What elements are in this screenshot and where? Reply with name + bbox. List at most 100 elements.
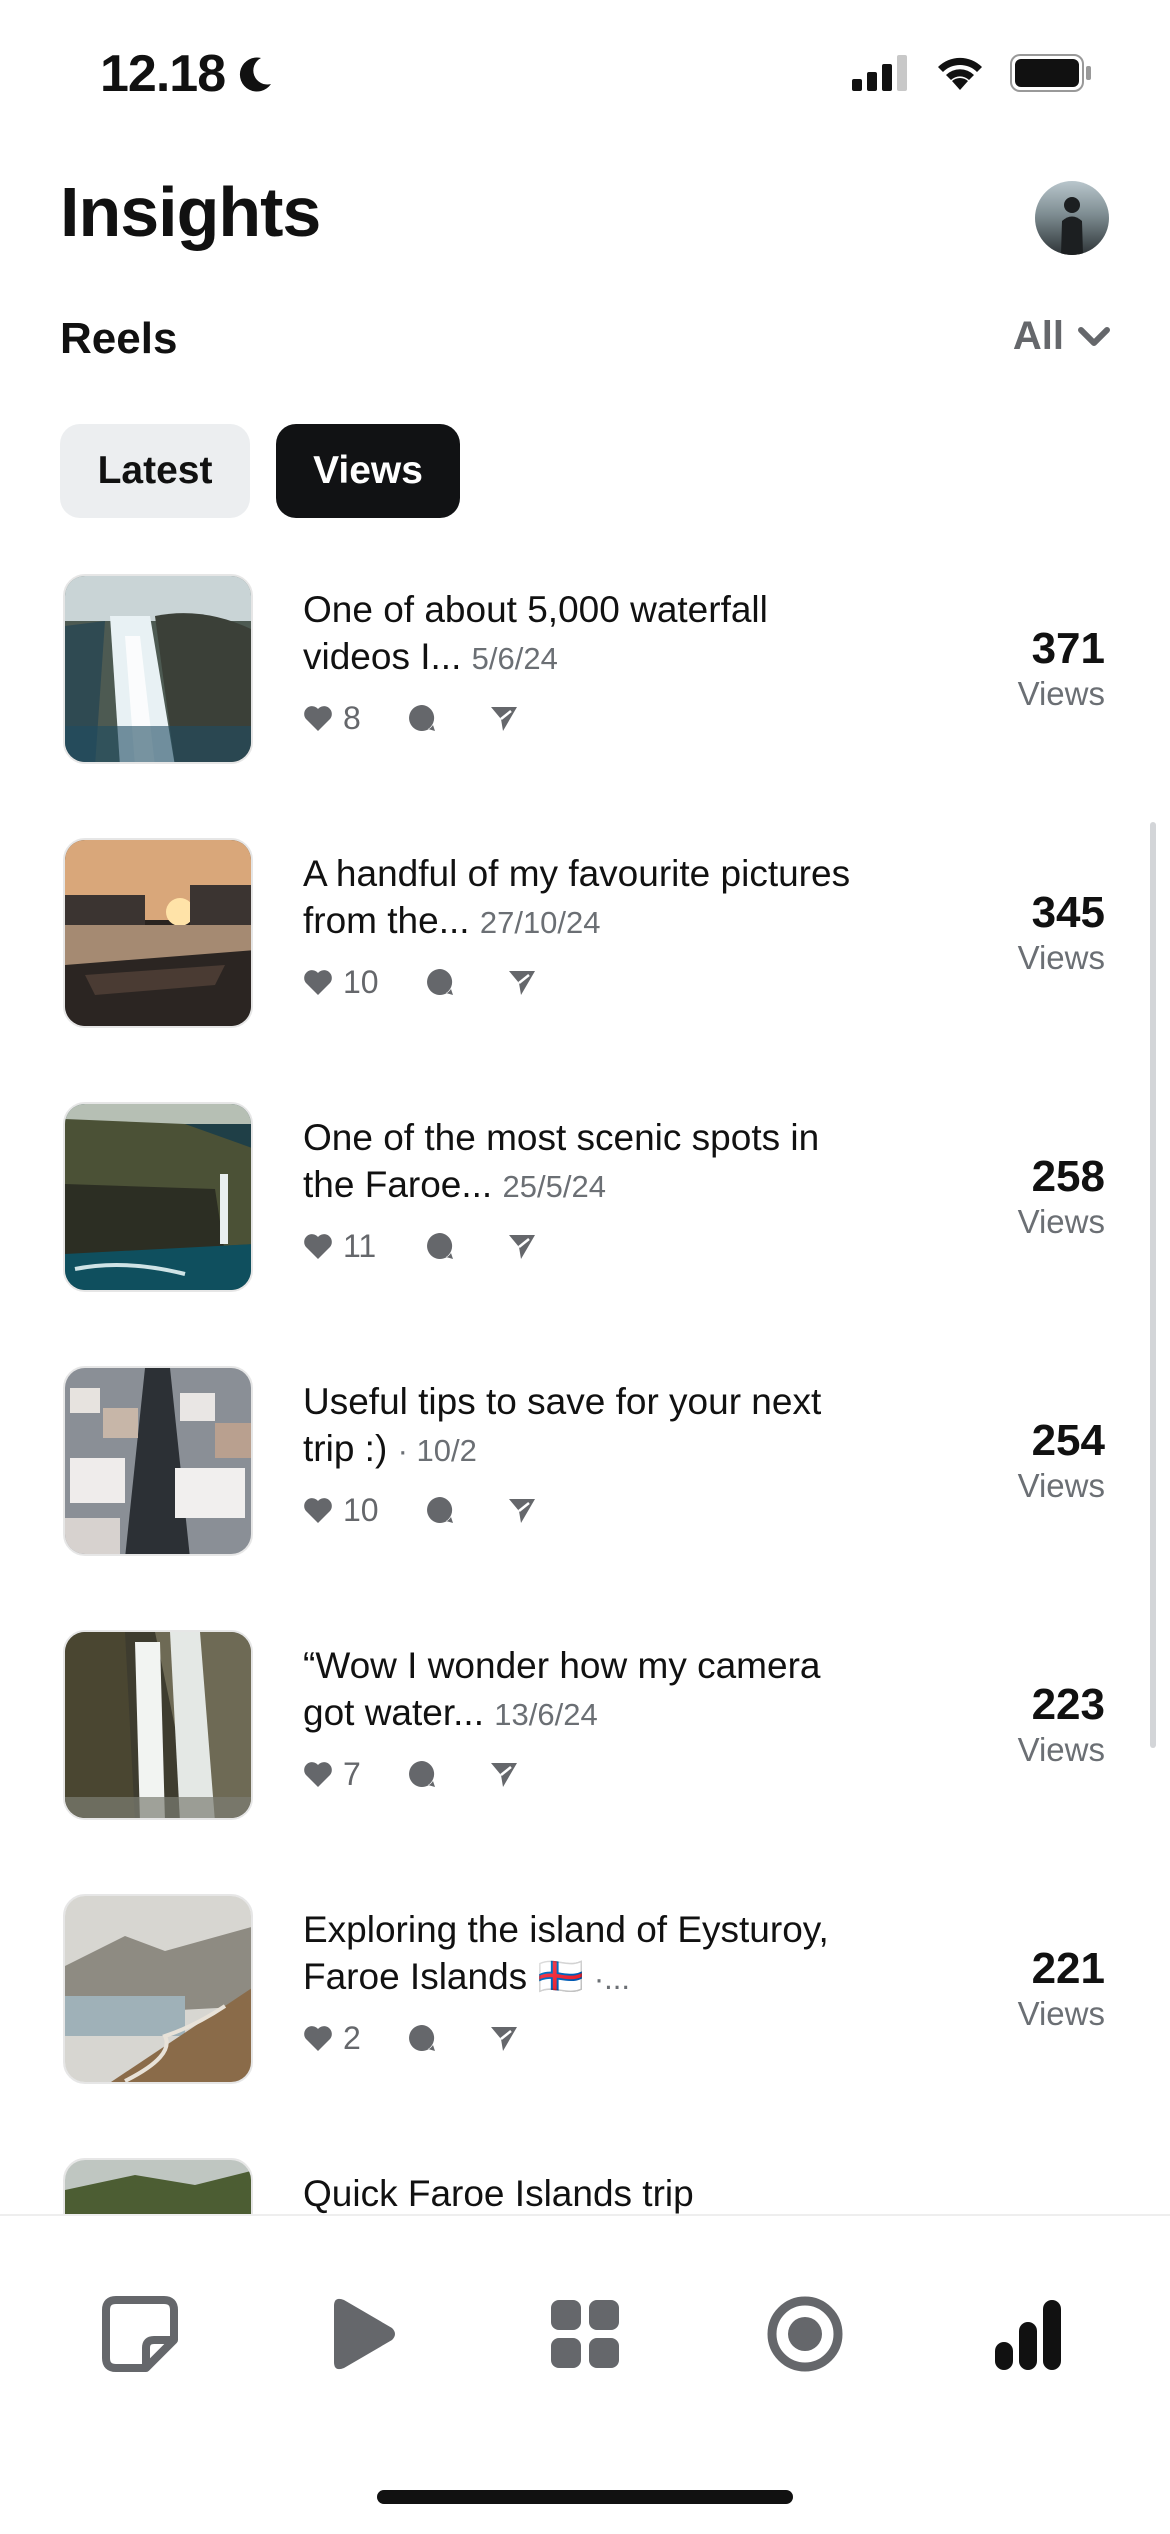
waterfall-thumbnail-image [65,576,251,762]
nav-live[interactable] [755,2284,855,2384]
reel-thumbnail[interactable] [63,574,253,764]
heart-icon [304,706,332,731]
reel-text: Exploring the island of Eysturoy, Faroe … [303,1906,863,2058]
reel-row[interactable]: Quick Faroe Islands trip [0,2158,1170,2214]
views-count: 345 [1031,888,1105,937]
reel-row[interactable]: A handful of my favourite pictures from … [0,838,1170,1030]
bottom-nav [0,2214,1170,2534]
comment-icon [427,969,453,995]
reel-stats: 2 [303,2018,863,2058]
nav-grid[interactable] [535,2284,635,2384]
reel-caption-block: “Wow I wonder how my camera got water...… [303,1642,863,1738]
reel-thumbnail[interactable] [63,838,253,1028]
section-header: Reels All [60,310,1110,370]
like-stat: 10 [303,964,413,1001]
reel-date: ·... [593,1961,630,1996]
share-icon [491,2027,517,2051]
reel-caption-block: Useful tips to save for your next trip :… [303,1378,863,1474]
filter-dropdown[interactable]: All [1013,314,1110,359]
comment-icon [409,2025,435,2051]
reel-views: 223 Views [1018,1680,1105,1770]
cellular-signal-icon [852,55,907,91]
views-label: Views [1017,939,1105,976]
like-stat: 11 [303,1228,413,1265]
reel-thumbnail[interactable] [63,1366,253,1556]
moon-icon [240,57,272,92]
share-icon [491,707,517,731]
nav-posts[interactable] [90,2284,190,2384]
city-street-thumbnail-image [65,1368,251,1554]
share-icon [491,1763,517,1787]
reel-stats: 10 [303,962,863,1002]
like-stat: 8 [303,700,395,737]
avatar[interactable] [1035,181,1109,255]
reel-caption-block: Quick Faroe Islands trip [303,2170,863,2214]
heart-icon [304,970,332,995]
reel-date: 27/10/24 [479,905,601,940]
reel-caption-block: One of about 5,000 waterfall videos I...… [303,586,863,682]
reel-row[interactable]: Exploring the island of Eysturoy, Faroe … [0,1894,1170,2086]
reel-date: 25/5/24 [502,1169,606,1204]
insights-bar-chart-icon [995,2300,1061,2370]
views-label: Views [1017,1467,1105,1504]
grid-icon [551,2300,619,2368]
like-count: 11 [343,1227,377,1264]
tab-views[interactable]: Views [276,424,460,518]
reel-thumbnail[interactable] [63,1102,253,1292]
green-hills-thumbnail-image [65,2160,251,2214]
views-label: Views [1017,1203,1105,1240]
share-icon [509,1499,535,1523]
reel-row[interactable]: Useful tips to save for your next trip :… [0,1366,1170,1558]
reel-views: 371 Views [1018,624,1105,714]
reel-views: 258 Views [1018,1152,1105,1242]
reel-caption-block: A handful of my favourite pictures from … [303,850,863,946]
chevron-down-icon [1078,326,1110,346]
reel-row[interactable]: “Wow I wonder how my camera got water...… [0,1630,1170,1822]
sea-cliff-thumbnail-image [65,1104,251,1290]
nav-insights[interactable] [978,2284,1078,2384]
reel-thumbnail[interactable] [63,1630,253,1820]
home-indicator[interactable] [377,2490,793,2504]
reel-text: A handful of my favourite pictures from … [303,850,863,1002]
status-time-text: 12.18 [100,45,226,103]
section-title: Reels [60,314,178,363]
avatar-person-icon [1061,197,1083,255]
like-stat: 2 [303,2020,395,2057]
reels-play-icon [334,2298,395,2370]
comment-icon [427,1497,453,1523]
filter-label: All [1012,314,1064,358]
reel-text: “Wow I wonder how my camera got water...… [303,1642,863,1794]
sort-tabs: Latest Views [60,424,460,518]
mountain-road-thumbnail-image [65,1896,251,2082]
reel-thumbnail[interactable] [63,1894,253,2084]
reel-thumbnail[interactable] [63,2158,253,2214]
views-count: 254 [1031,1416,1105,1465]
reel-caption: Exploring the island of Eysturoy, Faroe … [303,1909,829,1997]
heart-icon [304,1762,332,1787]
like-count: 10 [343,963,379,1000]
wifi-icon [938,57,982,90]
views-count: 223 [1031,1680,1105,1729]
reel-caption: Quick Faroe Islands trip [303,2173,694,2214]
like-stat: 7 [303,1756,395,1793]
reel-text: Quick Faroe Islands trip [303,2170,863,2214]
reel-stats: 8 [303,698,863,738]
reel-row[interactable]: One of about 5,000 waterfall videos I...… [0,574,1170,766]
reel-stats: 11 [303,1226,863,1266]
tab-latest[interactable]: Latest [60,424,250,518]
share-icon [509,971,535,995]
scrollbar[interactable] [1150,822,1156,1748]
reel-row[interactable]: One of the most scenic spots in the Faro… [0,1102,1170,1294]
reel-list[interactable]: One of about 5,000 waterfall videos I...… [0,574,1170,2214]
reel-stats: 10 [303,1490,863,1530]
heart-icon [304,2026,332,2051]
views-count: 371 [1031,624,1105,673]
status-bar: 12.18 [0,0,1170,150]
views-label: Views [1017,1731,1105,1768]
status-indicators [852,54,1092,92]
comment-icon [409,1761,435,1787]
live-icon [767,2296,843,2372]
reel-caption: Useful tips to save for your next trip :… [303,1381,822,1469]
views-count: 258 [1031,1152,1105,1201]
nav-reels[interactable] [313,2284,413,2384]
